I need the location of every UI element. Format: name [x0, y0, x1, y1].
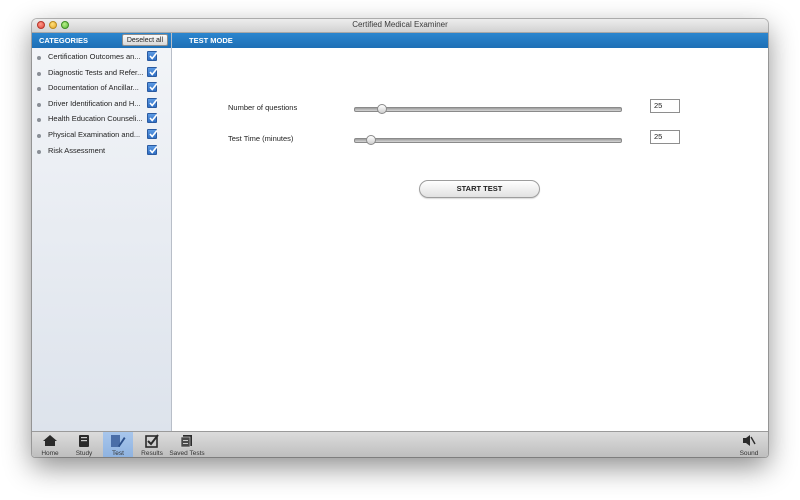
toolbar-home[interactable]: Home [36, 432, 64, 457]
category-item[interactable]: Diagnostic Tests and Refer... [32, 66, 171, 82]
test-mode-header: TEST MODE [172, 33, 768, 48]
category-checkbox[interactable] [147, 128, 158, 139]
toolbar-results[interactable]: Results [138, 432, 166, 457]
sound-muted-icon [743, 435, 756, 446]
window-title: Certified Medical Examiner [352, 20, 448, 29]
checkmark-icon [149, 67, 158, 76]
toolbar-sound[interactable]: Sound [734, 432, 764, 457]
questions-value-field[interactable]: 25 [650, 99, 680, 113]
category-checkbox[interactable] [147, 51, 158, 61]
test-mode-panel: TEST MODE Number of questions 25 Test Ti… [172, 33, 768, 431]
test-time-label: Test Time (minutes) [228, 134, 294, 143]
toolbar-sound-label: Sound [739, 450, 759, 457]
checkmark-icon [149, 98, 158, 107]
categories-title: CATEGORIES [39, 36, 89, 45]
checkmark-icon [149, 52, 158, 60]
questions-slider-thumb[interactable] [376, 104, 387, 114]
checkmark-icon [149, 129, 158, 138]
bullet-icon [37, 56, 41, 60]
category-label: Documentation of Ancillar... [48, 83, 139, 93]
checkmark-icon [149, 145, 158, 154]
category-checkbox[interactable] [147, 97, 158, 108]
category-item[interactable]: Documentation of Ancillar... [32, 81, 171, 97]
category-item[interactable]: Health Education Counseli... [32, 112, 171, 128]
questions-label: Number of questions [228, 103, 298, 112]
category-checkbox[interactable] [147, 144, 158, 155]
toolbar-test[interactable]: Test [103, 432, 133, 457]
category-item[interactable]: Physical Examination and... [32, 128, 171, 144]
home-icon [43, 435, 57, 446]
category-checkbox[interactable] [147, 82, 158, 93]
checkmark-icon [149, 83, 158, 91]
toolbar-results-label: Results [141, 450, 163, 457]
deselect-all-button[interactable]: Deselect all [121, 34, 168, 46]
questions-slider[interactable] [354, 104, 622, 114]
bullet-icon [37, 149, 41, 154]
checkmark-icon [149, 114, 158, 123]
category-label: Diagnostic Tests and Refer... [48, 67, 144, 77]
title-bar: Certified Medical Examiner [32, 19, 768, 33]
test-mode-title: TEST MODE [189, 36, 233, 45]
test-time-value-field[interactable]: 25 [650, 130, 680, 144]
saved-tests-icon [180, 435, 192, 448]
pencil-paper-icon [111, 435, 126, 447]
bullet-icon [37, 71, 41, 76]
toolbar-home-label: Home [41, 450, 59, 457]
bullet-icon [37, 87, 41, 92]
test-time-slider[interactable] [354, 135, 622, 145]
category-item[interactable]: Risk Assessment [32, 144, 171, 160]
category-label: Certification Outcomes an... [48, 52, 141, 61]
toolbar-saved-tests[interactable]: Saved Tests [168, 432, 206, 457]
category-checkbox[interactable] [147, 113, 158, 124]
toolbar-study-label: Study [75, 450, 93, 457]
category-label: Health Education Counseli... [48, 114, 143, 124]
categories-header: CATEGORIES Deselect all [32, 33, 171, 48]
category-label: Driver Identification and H... [48, 98, 141, 108]
category-list: Certification Outcomes an... Diagnostic … [32, 50, 171, 159]
checkbox-results-icon [145, 434, 159, 448]
category-item[interactable]: Driver Identification and H... [32, 97, 171, 113]
start-test-button[interactable]: START TEST [419, 180, 540, 198]
category-item[interactable]: Certification Outcomes an... [32, 50, 171, 66]
category-label: Risk Assessment [48, 145, 106, 155]
app-window: Certified Medical Examiner CATEGORIES De… [32, 19, 768, 457]
bullet-icon [37, 102, 41, 107]
bullet-icon [37, 133, 41, 138]
category-checkbox[interactable] [147, 66, 158, 77]
book-icon [79, 435, 89, 447]
categories-sidebar: CATEGORIES Deselect all Certification Ou… [32, 33, 172, 431]
category-label: Physical Examination and... [48, 129, 141, 139]
bullet-icon [37, 118, 41, 123]
test-time-slider-thumb[interactable] [365, 135, 376, 145]
toolbar-test-label: Test [112, 450, 124, 457]
toolbar-study[interactable]: Study [70, 432, 98, 457]
bottom-toolbar: Home Study Test Results Saved Tests Soun… [32, 431, 768, 457]
toolbar-saved-tests-label: Saved Tests [169, 450, 205, 457]
